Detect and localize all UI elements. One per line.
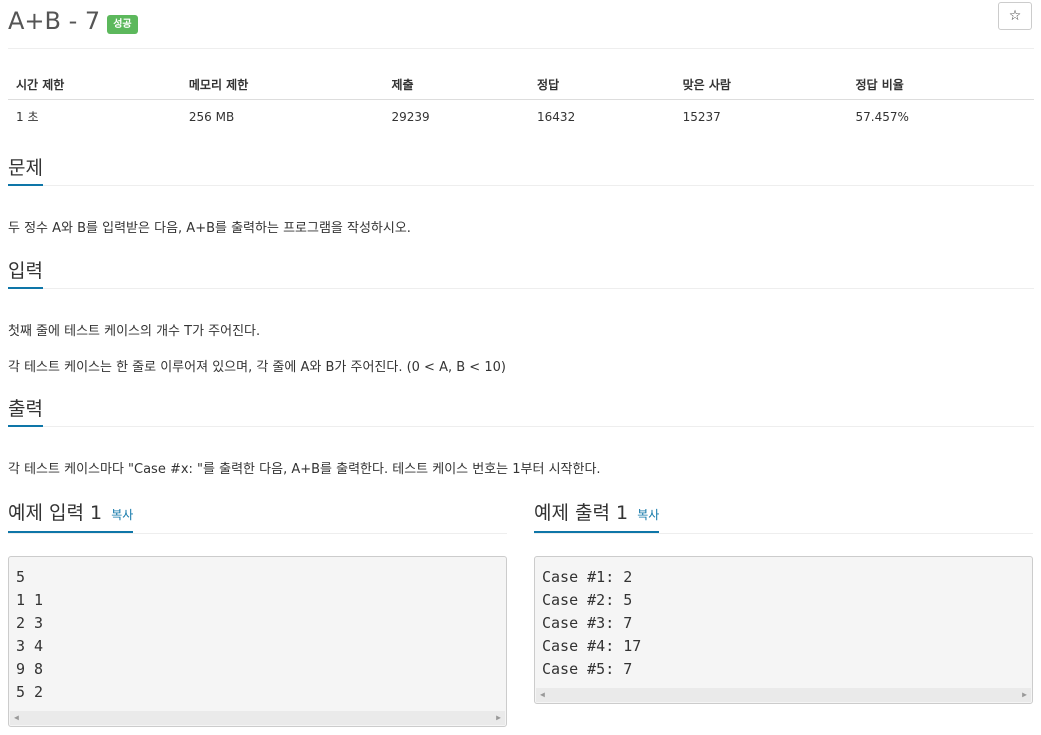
cell-memory-limit: 256 MB (188, 109, 235, 124)
sample-input-header: 예제 입력 1 복사 (8, 501, 134, 533)
description-heading: 문제 (8, 156, 43, 186)
scroll-left-icon[interactable]: ◀ (14, 713, 19, 722)
code-line: Case #2: 5 (542, 591, 633, 609)
problem-info-table: 시간 제한 메모리 제한 제출 정답 맞은 사람 정답 비율 1 초 256 M… (8, 70, 1034, 133)
scroll-right-icon[interactable]: ▶ (496, 713, 501, 722)
input-text-line: 각 테스트 케이스는 한 줄로 이루어져 있으며, 각 줄에 A와 B가 주어진… (8, 360, 506, 375)
cell-time-limit: 1 초 (16, 110, 39, 124)
input-text-line: 첫째 줄에 테스트 케이스의 개수 T가 주어진다. (8, 324, 261, 339)
table-header-row: 시간 제한 메모리 제한 제출 정답 맞은 사람 정답 비율 (8, 70, 1034, 100)
table-row: 1 초 256 MB 29239 16432 15237 57.457% (8, 100, 1034, 134)
description-text: 두 정수 A와 B를 입력받은 다음, A+B를 출력하는 프로그램을 작성하시… (8, 221, 411, 236)
code-line: Case #5: 7 (542, 660, 633, 678)
star-button[interactable]: ☆ (998, 2, 1032, 30)
cell-accepted: 16432 (537, 109, 576, 124)
code-line: Case #4: 17 (542, 637, 642, 655)
header-solvers: 맞은 사람 (674, 70, 848, 100)
sample-output-heading: 예제 출력 1 (534, 502, 629, 524)
horizontal-scrollbar[interactable]: ◀ ▶ (536, 688, 1031, 702)
code-line: Case #3: 7 (542, 614, 633, 632)
code-line: 3 4 (16, 637, 44, 655)
code-line: 1 1 (16, 591, 44, 609)
cell-solvers: 15237 (682, 109, 721, 124)
status-badge: 성공 (107, 14, 138, 34)
code-line: Case #1: 2 (542, 568, 633, 586)
code-line: 5 (16, 568, 26, 586)
header-accept-ratio: 정답 비율 (847, 70, 1034, 100)
copy-output-button[interactable]: 복사 (637, 508, 659, 522)
sample-input-heading: 예제 입력 1 (8, 502, 103, 524)
description-section-header: 문제 (8, 156, 1034, 186)
sample-output-header: 예제 출력 1 복사 (534, 501, 660, 533)
problem-header: A+B - 7 성공 (8, 4, 138, 38)
scroll-right-icon[interactable]: ▶ (1022, 690, 1027, 699)
cell-submissions: 29239 (391, 109, 430, 124)
sample-output-lines: Case #1: 2 Case #2: 5 Case #3: 7 Case #4… (542, 566, 641, 681)
page-title: A+B - 7 (8, 7, 101, 35)
sample-output-box[interactable]: Case #1: 2 Case #2: 5 Case #3: 7 Case #4… (534, 556, 1033, 704)
code-line: 5 2 (16, 683, 44, 701)
input-section-header: 입력 (8, 259, 1034, 289)
copy-input-button[interactable]: 복사 (111, 508, 133, 522)
cell-accept-ratio: 57.457% (855, 109, 909, 124)
input-heading: 입력 (8, 259, 43, 289)
header-memory-limit: 메모리 제한 (180, 70, 384, 100)
sample-input-box[interactable]: 5 1 1 2 3 3 4 9 8 5 2 ◀ ▶ (8, 556, 507, 727)
horizontal-scrollbar[interactable]: ◀ ▶ (10, 711, 505, 725)
divider (534, 533, 1033, 534)
output-text: 각 테스트 케이스마다 "Case #x: "를 출력한 다음, A+B를 출력… (8, 462, 601, 477)
code-line: 2 3 (16, 614, 44, 632)
output-heading: 출력 (8, 397, 43, 427)
sample-input-lines: 5 1 1 2 3 3 4 9 8 5 2 (16, 566, 43, 704)
scroll-left-icon[interactable]: ◀ (540, 690, 545, 699)
divider (8, 533, 507, 534)
header-time-limit: 시간 제한 (8, 70, 181, 100)
header-submissions: 제출 (383, 70, 530, 100)
star-icon: ☆ (1008, 8, 1022, 24)
divider (8, 48, 1034, 49)
header-accepted: 정답 (529, 70, 675, 100)
output-section-header: 출력 (8, 397, 1034, 427)
code-line: 9 8 (16, 660, 44, 678)
